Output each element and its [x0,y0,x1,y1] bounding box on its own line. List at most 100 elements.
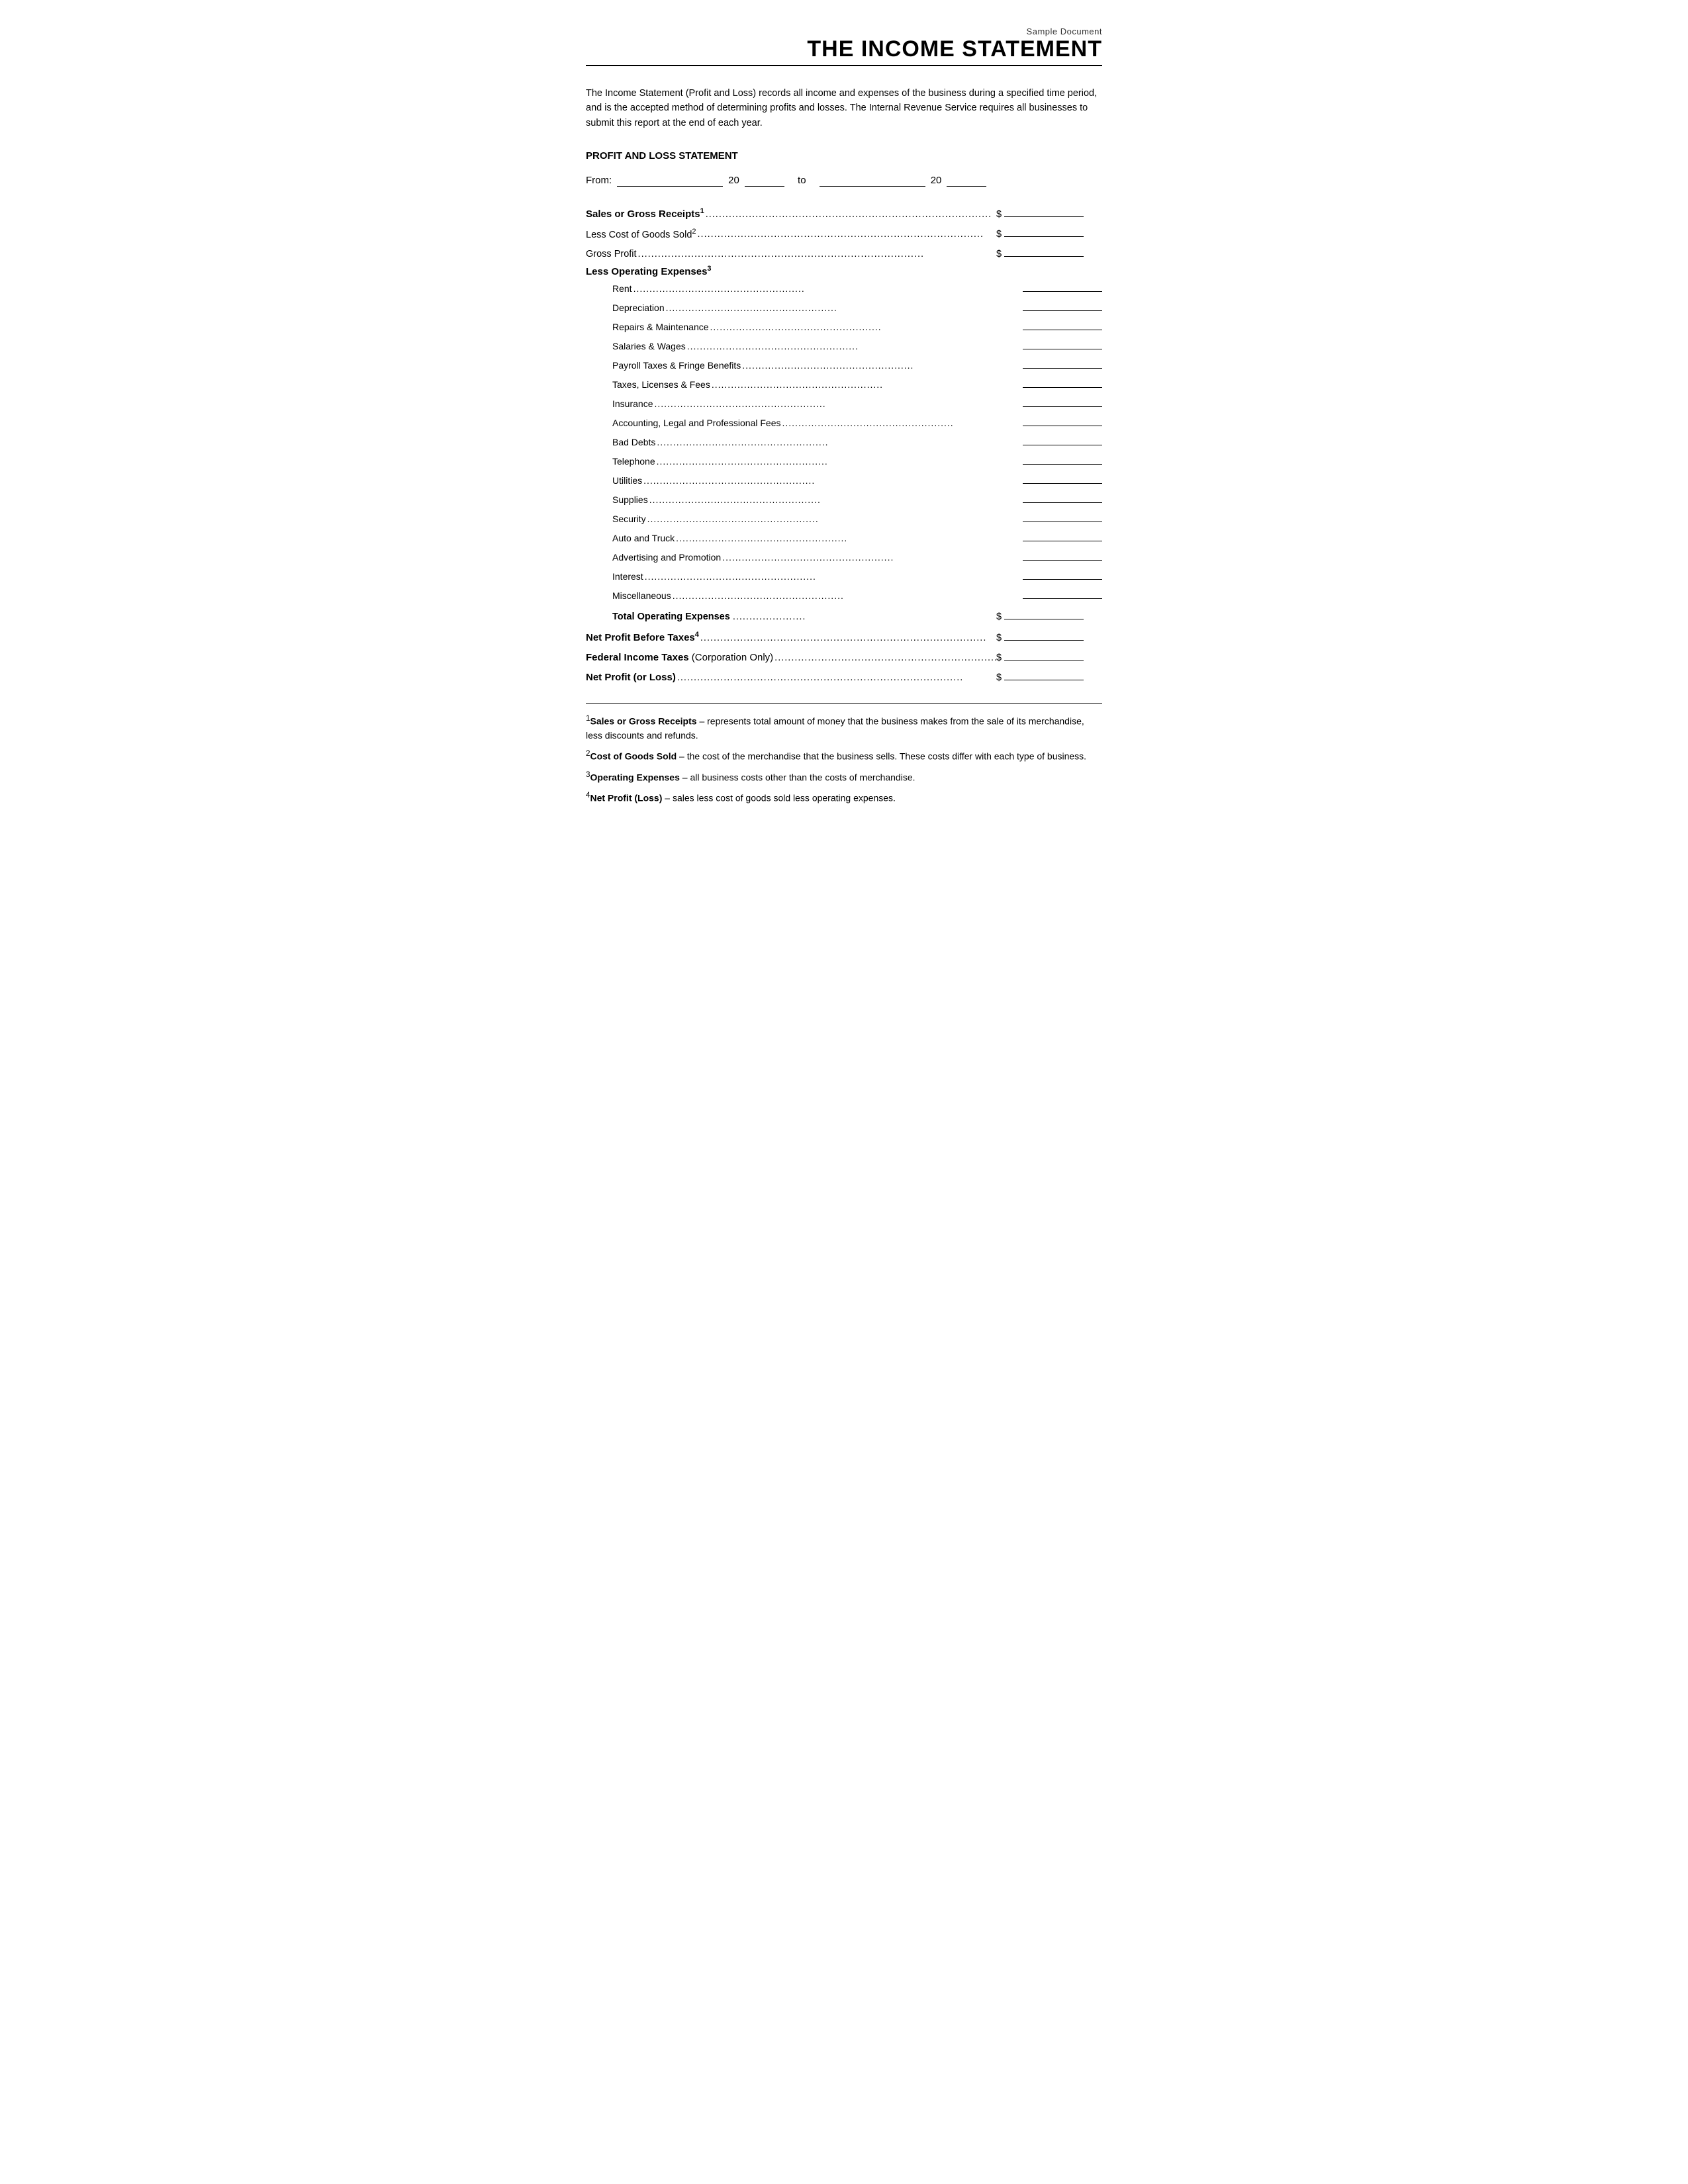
expense-label: Accounting, Legal and Professional Fees [612,418,781,428]
expense-underline[interactable] [1023,510,1102,522]
footnote-bold: Sales or Gross Receipts [590,716,696,727]
expense-underline[interactable] [1023,376,1102,388]
expense-label: Telephone [612,456,655,467]
from-label: From: [586,175,612,186]
expense-underline[interactable] [1023,395,1102,407]
expense-label: Miscellaneous [612,590,671,601]
expense-underline[interactable] [1023,529,1102,541]
expense-dots: ........................................… [721,552,1017,563]
expense-label: Bad Debts [612,437,655,447]
bottom-row-2: Net Profit (or Loss) ...................… [586,668,1102,683]
footnote-text: – all business costs other than the cost… [680,772,915,782]
expense-underline[interactable] [1023,280,1102,292]
bottom-row-label: Federal Income Taxes (Corporation Only) [586,652,773,663]
expense-underline[interactable] [1023,587,1102,599]
expense-row: Depreciation ...........................… [612,299,1102,313]
bottom-row-0: Net Profit Before Taxes4 ...............… [586,629,1102,643]
section-title: PROFIT AND LOSS STATEMENT [586,150,1102,161]
sales-amount: $ [996,205,1102,220]
footnote-item: 1Sales or Gross Receipts – represents to… [586,713,1102,743]
expense-label: Supplies [612,494,648,505]
total-operating-row: Total Operating Expenses ...............… [586,608,1102,622]
expense-underline[interactable] [1023,453,1102,465]
total-operating-underline[interactable] [1004,608,1084,619]
expense-row: Bad Debts ..............................… [612,433,1102,447]
expense-underline[interactable] [1023,472,1102,484]
expense-label: Payroll Taxes & Fringe Benefits [612,360,741,371]
bottom-row-label: Net Profit (or Loss) [586,672,676,683]
sales-label: Sales or Gross Receipts1 [586,207,704,220]
sample-doc-label: Sample Document [1027,26,1102,36]
year1-label: 20 [728,175,739,186]
gross-profit-amount: $ [996,245,1102,259]
expense-underline[interactable] [1023,318,1102,330]
intro-paragraph: The Income Statement (Profit and Loss) r… [586,86,1102,130]
expense-dots: ........................................… [710,379,1017,390]
expense-label: Taxes, Licenses & Fees [612,379,710,390]
less-operating-header: Less Operating Expenses3 [586,265,1102,277]
expense-underline[interactable] [1023,299,1102,311]
expense-row: Salaries & Wages .......................… [612,338,1102,351]
bottom-row-dots: ........................................… [676,672,996,683]
expense-label: Depreciation [612,302,665,313]
footnote-item: 3Operating Expenses – all business costs… [586,769,1102,785]
expense-dots: ........................................… [655,456,1017,467]
expense-row: Accounting, Legal and Professional Fees … [612,414,1102,428]
expense-row: Telephone ..............................… [612,453,1102,467]
expense-row: Taxes, Licenses & Fees .................… [612,376,1102,390]
footnote-item: 4Net Profit (Loss) – sales less cost of … [586,790,1102,805]
sales-row: Sales or Gross Receipts1 ...............… [586,205,1102,220]
expense-row: Utilities ..............................… [612,472,1102,486]
sales-underline[interactable] [1004,205,1084,217]
expense-underline[interactable] [1023,338,1102,349]
expense-dots: ........................................… [642,475,1017,486]
gross-profit-underline[interactable] [1004,245,1084,257]
expense-underline[interactable] [1023,357,1102,369]
expense-row: Insurance ..............................… [612,395,1102,409]
expense-dots: ........................................… [643,571,1017,582]
footnote-bold: Operating Expenses [590,772,679,782]
gross-profit-row: Gross Profit ...........................… [586,245,1102,259]
bottom-row-amount: $ [996,629,1102,643]
from-date-field[interactable] [617,173,723,187]
less-operating-label: Less Operating Expenses3 [586,266,712,277]
expense-dots: ........................................… [632,283,1017,294]
footnote-text: – sales less cost of goods sold less ope… [662,793,896,803]
expense-dots: ........................................… [646,514,1017,524]
less-cost-underline[interactable] [1004,225,1084,237]
expense-underline[interactable] [1023,414,1102,426]
bottom-row-1: Federal Income Taxes (Corporation Only) … [586,649,1102,663]
expense-dots: ........................................… [781,418,1018,428]
expense-underline[interactable] [1023,549,1102,561]
to-label: to [798,175,806,186]
expense-label: Salaries & Wages [612,341,686,351]
footnote-text: – the cost of the merchandise that the b… [677,751,1086,762]
bottom-row-underline[interactable] [1004,649,1084,660]
main-title: THE INCOME STATEMENT [807,36,1102,62]
bottom-rows-container: Net Profit Before Taxes4 ...............… [586,629,1102,683]
expense-label: Rent [612,283,632,294]
less-cost-row: Less Cost of Goods Sold2 ...............… [586,225,1102,240]
expense-rows-container: Rent ...................................… [612,280,1102,601]
expense-dots: ........................................… [671,590,1017,601]
year2-field[interactable] [947,173,986,187]
sales-dots: ........................................… [704,209,996,220]
total-operating-label: Total Operating Expenses [612,612,730,622]
to-date-field[interactable] [820,173,925,187]
expense-row: Supplies ...............................… [612,491,1102,505]
expense-label: Repairs & Maintenance [612,322,709,332]
expense-row: Security ...............................… [612,510,1102,524]
page-header: Sample Document THE INCOME STATEMENT [586,26,1102,66]
expense-label: Interest [612,571,643,582]
bottom-row-label: Net Profit Before Taxes4 [586,631,699,643]
expense-underline[interactable] [1023,568,1102,580]
expense-underline[interactable] [1023,491,1102,503]
total-operating-dots: ...................... [730,612,996,622]
year1-field[interactable] [745,173,784,187]
expense-dots: ........................................… [675,533,1017,543]
bottom-row-amount: $ [996,649,1102,663]
expense-underline[interactable] [1023,433,1102,445]
bottom-row-underline[interactable] [1004,668,1084,680]
expense-row: Auto and Truck .........................… [612,529,1102,543]
bottom-row-underline[interactable] [1004,629,1084,641]
